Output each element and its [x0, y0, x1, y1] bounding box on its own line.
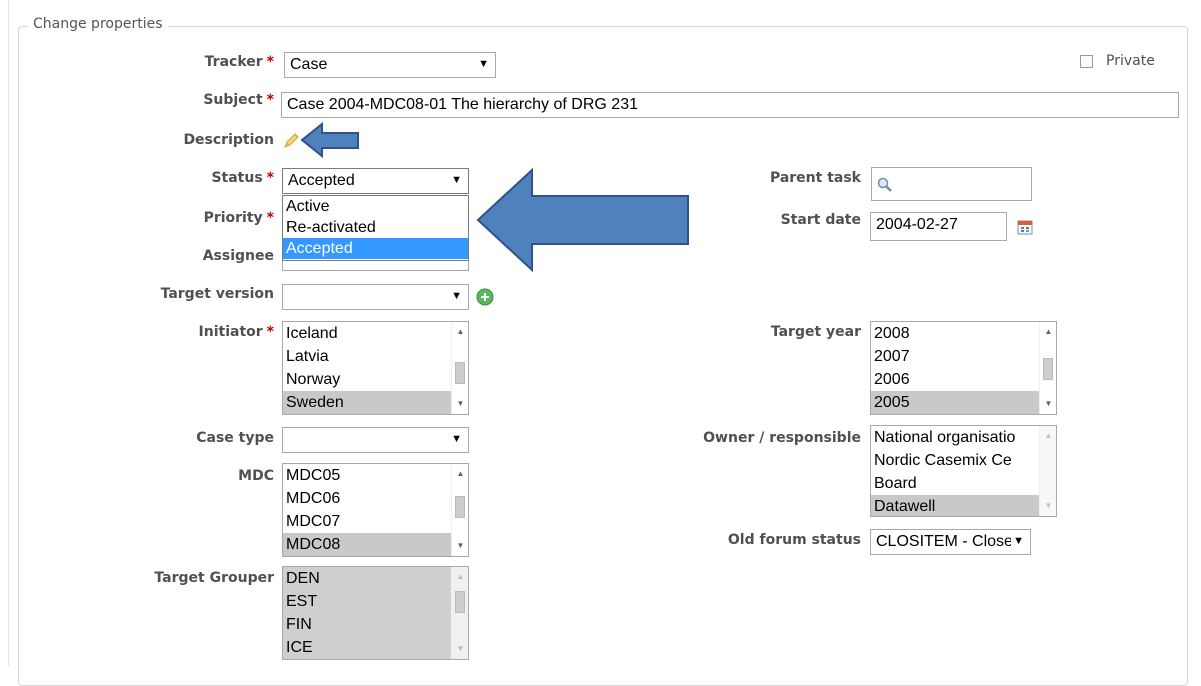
status-option-active[interactable]: Active [283, 196, 468, 217]
target-version-label: Target version [160, 286, 274, 302]
annotation-arrow-description [300, 121, 359, 159]
subject-input[interactable]: Case 2004-MDC08-01 The hierarchy of DRG … [281, 92, 1179, 118]
target-year-label: Target year [770, 324, 861, 340]
chevron-down-icon: ▼ [451, 433, 462, 445]
search-icon [877, 177, 892, 192]
scroll-down-icon[interactable]: ▼ [452, 538, 468, 554]
scroll-up-icon[interactable]: ▲ [452, 569, 468, 585]
scroll-thumb[interactable] [455, 591, 465, 613]
target-grouper-label: Target Grouper [154, 570, 274, 586]
scroll-up-icon[interactable]: ▲ [452, 324, 468, 340]
list-item[interactable]: DEN [283, 567, 468, 590]
scrollbar[interactable]: ▲ ▼ [1039, 322, 1056, 414]
start-date-input[interactable]: 2004-02-27 [870, 212, 1007, 241]
list-item[interactable]: MDC06 [283, 487, 468, 510]
private-checkbox[interactable] [1080, 55, 1093, 68]
scroll-up-icon[interactable]: ▲ [452, 466, 468, 482]
list-item[interactable]: Latvia [283, 345, 468, 368]
old-forum-status-label: Old forum status [727, 532, 861, 548]
status-select[interactable]: Accepted ▼ [282, 168, 469, 194]
scroll-thumb[interactable] [455, 496, 465, 518]
list-item[interactable]: 2007 [871, 345, 1056, 368]
mdc-listbox[interactable]: MDC05 MDC06 MDC07 MDC08 ▲ ▼ [282, 463, 469, 557]
scroll-up-icon[interactable]: ▲ [1040, 324, 1056, 340]
scroll-down-icon[interactable]: ▼ [452, 641, 468, 657]
scroll-up-icon[interactable]: ▲ [1040, 428, 1056, 444]
list-item[interactable]: MDC07 [283, 510, 468, 533]
tracker-label: Tracker * [204, 54, 274, 70]
calendar-icon[interactable] [1017, 219, 1033, 235]
list-item[interactable]: Norway [283, 368, 468, 391]
initiator-listbox[interactable]: Iceland Latvia Norway Sweden ▲ ▼ [282, 321, 469, 415]
subject-label: Subject * [203, 92, 274, 108]
list-item[interactable]: MDC08 [283, 533, 468, 556]
scroll-down-icon[interactable]: ▼ [1040, 396, 1056, 412]
priority-label: Priority * [203, 210, 274, 226]
target-grouper-listbox[interactable]: DEN EST FIN ICE ▲ ▼ [282, 566, 469, 660]
owner-responsible-label: Owner / responsible [703, 430, 861, 446]
start-date-label: Start date [780, 212, 861, 228]
list-item[interactable]: 2008 [871, 322, 1056, 345]
list-item[interactable]: 2006 [871, 368, 1056, 391]
add-icon[interactable] [476, 288, 494, 306]
list-item[interactable]: Board [871, 472, 1056, 495]
scrollbar[interactable]: ▲ ▼ [451, 567, 468, 659]
old-forum-status-select[interactable]: CLOSITEM - Close ▼ [870, 529, 1031, 555]
case-type-label: Case type [196, 430, 274, 446]
case-type-select[interactable]: ▼ [282, 427, 469, 453]
annotation-arrow-status [476, 167, 689, 273]
assignee-label: Assignee [202, 248, 274, 264]
status-label: Status * [211, 170, 274, 186]
chevron-down-icon: ▼ [451, 290, 462, 302]
owner-responsible-listbox[interactable]: National organisatio Nordic Casemix Ce B… [870, 425, 1057, 517]
list-item[interactable]: EST [283, 590, 468, 613]
chevron-down-icon: ▼ [478, 58, 489, 70]
status-option-accepted[interactable]: Accepted [283, 238, 468, 259]
parent-task-input[interactable] [871, 167, 1032, 201]
list-item[interactable]: FIN [283, 613, 468, 636]
private-label: Private [1106, 53, 1155, 69]
mdc-label: MDC [238, 468, 274, 484]
list-item[interactable]: Nordic Casemix Ce [871, 449, 1056, 472]
list-item[interactable]: ICE [283, 636, 468, 659]
scrollbar[interactable]: ▲ ▼ [1039, 426, 1056, 516]
scroll-thumb[interactable] [1043, 358, 1053, 380]
list-item[interactable]: 2005 [871, 391, 1056, 414]
list-item[interactable]: National organisatio [871, 426, 1056, 449]
list-item[interactable]: MDC05 [283, 464, 468, 487]
status-dropdown-list: Active Re-activated Accepted [282, 195, 469, 261]
list-item[interactable]: Iceland [283, 322, 468, 345]
page-edge [8, 0, 9, 666]
scroll-thumb[interactable] [455, 362, 465, 384]
description-label: Description [183, 132, 274, 148]
status-option-reactivated[interactable]: Re-activated [283, 217, 468, 238]
scroll-down-icon[interactable]: ▼ [1040, 498, 1056, 514]
scroll-down-icon[interactable]: ▼ [452, 396, 468, 412]
pencil-icon[interactable] [282, 132, 300, 150]
initiator-label: Initiator * [198, 324, 274, 340]
scrollbar[interactable]: ▲ ▼ [451, 322, 468, 414]
list-item[interactable]: Sweden [283, 391, 468, 414]
fieldset-legend: Change properties [28, 16, 168, 32]
chevron-down-icon: ▼ [451, 174, 462, 186]
target-version-select[interactable]: ▼ [282, 284, 469, 310]
scrollbar[interactable]: ▲ ▼ [451, 464, 468, 556]
parent-task-label: Parent task [769, 170, 861, 186]
chevron-down-icon: ▼ [1011, 535, 1024, 547]
list-item[interactable]: Datawell [871, 495, 1056, 516]
tracker-select[interactable]: Case ▼ [284, 52, 496, 78]
target-year-listbox[interactable]: 2008 2007 2006 2005 ▲ ▼ [870, 321, 1057, 415]
